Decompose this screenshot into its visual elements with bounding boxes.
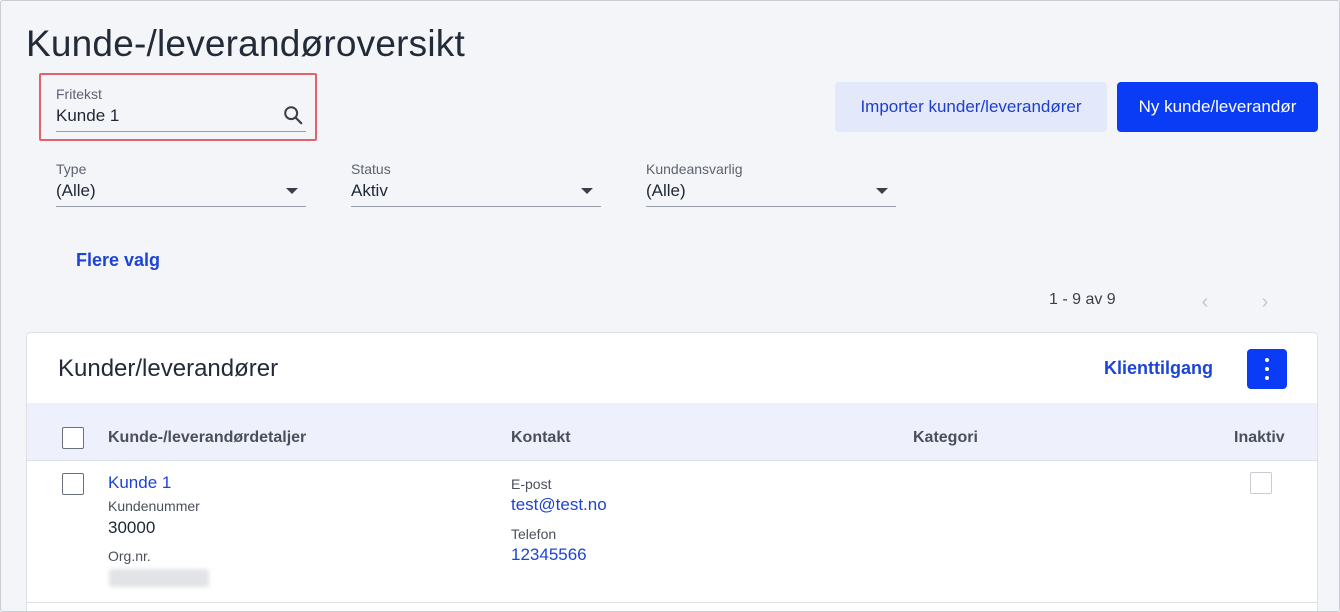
chevron-down-icon xyxy=(581,188,593,194)
more-options-link[interactable]: Flere valg xyxy=(76,250,160,271)
search-label: Fritekst xyxy=(56,86,102,102)
kebab-dot xyxy=(1265,376,1269,380)
table-header: Kunde-/leverandørdetaljer Kontakt Katego… xyxy=(27,403,1317,461)
next-page-button[interactable]: › xyxy=(1255,291,1275,313)
row-checkbox[interactable] xyxy=(62,473,84,495)
email-label: E-post xyxy=(511,476,552,492)
kebab-dot xyxy=(1265,367,1269,371)
type-label: Type xyxy=(56,161,87,177)
account-manager-select[interactable]: Kundeansvarlig (Alle) xyxy=(646,161,896,207)
search-underline xyxy=(56,131,306,132)
type-select[interactable]: Type (Alle) xyxy=(56,161,306,207)
phone-link[interactable]: 12345566 xyxy=(511,545,587,565)
column-header-inactive: Inaktiv xyxy=(1234,429,1285,446)
customer-name-link[interactable]: Kunde 1 xyxy=(108,473,171,493)
app-frame: Kunde-/leverandøroversikt Fritekst Kunde… xyxy=(0,0,1340,612)
type-value: (Alle) xyxy=(56,181,96,200)
search-field[interactable]: Fritekst Kunde 1 xyxy=(56,86,306,132)
customers-card: Kunder/leverandører Klienttilgang Kunde-… xyxy=(26,332,1318,611)
more-actions-button[interactable] xyxy=(1247,349,1287,389)
customer-number-label: Kundenummer xyxy=(108,498,200,514)
customer-number-value: 30000 xyxy=(108,518,156,537)
client-access-link[interactable]: Klienttilgang xyxy=(1104,358,1213,379)
import-button[interactable]: Importer kunder/leverandører xyxy=(835,82,1107,132)
inactive-checkbox[interactable] xyxy=(1250,472,1272,494)
new-customer-button[interactable]: Ny kunde/leverandør xyxy=(1117,82,1318,132)
select-all-checkbox[interactable] xyxy=(62,427,84,449)
account-manager-underline xyxy=(646,206,896,207)
status-underline xyxy=(351,206,601,207)
status-label: Status xyxy=(351,161,391,177)
chevron-down-icon xyxy=(876,188,888,194)
search-input[interactable]: Kunde 1 xyxy=(56,106,306,126)
prev-page-button[interactable]: ‹ xyxy=(1195,291,1215,313)
column-header-details: Kunde-/leverandørdetaljer xyxy=(108,429,307,446)
status-select[interactable]: Status Aktiv xyxy=(351,161,601,207)
page-title: Kunde-/leverandøroversikt xyxy=(26,23,465,64)
phone-label: Telefon xyxy=(511,526,557,542)
kebab-dot xyxy=(1265,358,1269,362)
org-number-redacted xyxy=(109,569,209,587)
column-header-category: Kategori xyxy=(913,429,978,446)
account-manager-label: Kundeansvarlig xyxy=(646,161,743,177)
org-number-label: Org.nr. xyxy=(108,548,151,564)
status-value: Aktiv xyxy=(351,181,388,200)
account-manager-value: (Alle) xyxy=(646,181,686,200)
email-link[interactable]: test@test.no xyxy=(511,495,607,515)
type-underline xyxy=(56,206,306,207)
chevron-down-icon xyxy=(286,188,298,194)
table-row: Kunde 1 Kundenummer 30000 Org.nr. E-post… xyxy=(27,461,1317,603)
card-title: Kunder/leverandører xyxy=(58,355,279,382)
column-header-contact: Kontakt xyxy=(511,429,571,446)
pagination-text: 1 - 9 av 9 xyxy=(1049,291,1116,308)
search-icon[interactable] xyxy=(282,104,304,126)
